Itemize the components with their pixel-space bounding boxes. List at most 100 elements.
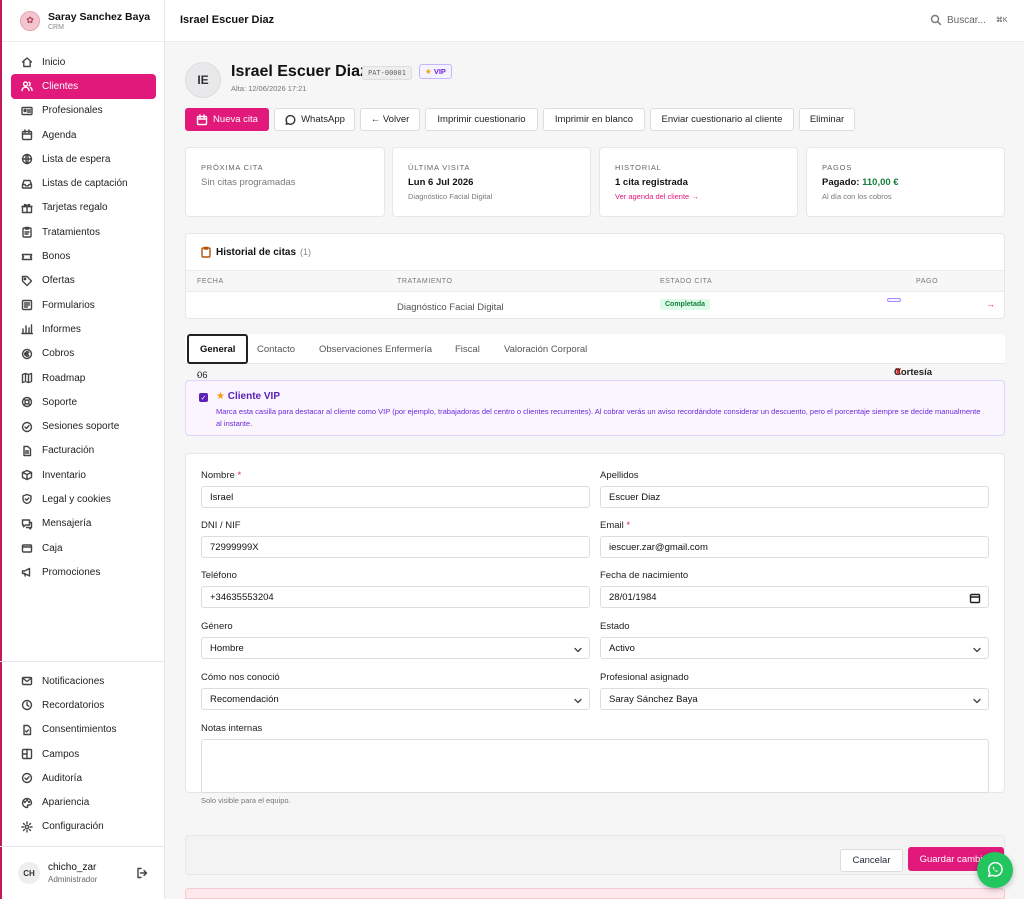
sidebar-item-configuracion[interactable]: Configuración bbox=[11, 815, 157, 839]
chevron-down-icon bbox=[973, 647, 981, 653]
megaphone-icon bbox=[20, 565, 34, 579]
sidebar-item-label: Clientes bbox=[42, 80, 79, 92]
app-root: ✿ Saray Sanchez Baya CRM Inicio Clientes P… bbox=[0, 0, 1024, 899]
search-icon bbox=[930, 14, 942, 26]
patient-name: Israel Escuer Diaz bbox=[231, 63, 368, 80]
sidebar-item-ofertas[interactable]: Ofertas bbox=[11, 269, 156, 293]
sidebar-item-notificaciones[interactable]: Notificaciones bbox=[11, 669, 157, 693]
sidebar-item-agenda[interactable]: Agenda bbox=[11, 123, 156, 147]
sidebar-item-label: Mensajería bbox=[42, 518, 92, 530]
col-status: ESTADO CITA bbox=[660, 278, 713, 285]
card-sub: Diagnóstico Facial Digital bbox=[408, 192, 493, 201]
sidebar-item-bonos[interactable]: Bonos bbox=[11, 244, 156, 268]
profesional-label: Profesional asignado bbox=[600, 672, 689, 683]
sidebar-item-label: Facturación bbox=[42, 445, 95, 457]
chevron-down-icon bbox=[973, 698, 981, 704]
sidebar-item-label: Ofertas bbox=[42, 275, 75, 287]
sidebar-item-soporte[interactable]: Soporte bbox=[11, 390, 156, 414]
page-title: Israel Escuer Diaz bbox=[180, 14, 275, 26]
sidebar-item-label: Configuración bbox=[42, 821, 104, 833]
whatsapp-button[interactable]: WhatsApp bbox=[274, 108, 355, 131]
tab-valoracion[interactable]: Valoración Corporal bbox=[504, 334, 587, 364]
tab-general[interactable]: General bbox=[187, 334, 249, 364]
sidebar: ✿ Saray Sanchez Baya CRM Inicio Clientes P… bbox=[0, 0, 165, 899]
row-treatment: Diagnóstico Facial Digital bbox=[397, 302, 504, 313]
sidebar-item-sesiones-soporte[interactable]: Sesiones soporte bbox=[11, 414, 156, 438]
notes-textarea[interactable] bbox=[201, 739, 989, 793]
notes-hint: Solo visible para el equipo. bbox=[201, 796, 291, 805]
row-open-arrow-icon[interactable]: → bbox=[986, 299, 995, 309]
col-date: FECHA bbox=[197, 278, 224, 285]
print-blank-button[interactable]: Imprimir en blanco bbox=[543, 108, 645, 131]
sidebar-item-label: Inicio bbox=[42, 56, 66, 68]
tab-observaciones[interactable]: Observaciones Enfermería bbox=[319, 334, 432, 364]
sidebar-item-campos[interactable]: Campos bbox=[11, 742, 157, 766]
sidebar-item-formularios[interactable]: Formularios bbox=[11, 293, 156, 317]
send-questionnaire-button[interactable]: Enviar cuestionario al cliente bbox=[650, 108, 794, 131]
sidebar-item-legal-y-cookies[interactable]: Legal y cookies bbox=[11, 487, 156, 511]
vip-section: ✓ ★ Cliente VIP Marca esta casilla para … bbox=[185, 380, 1005, 436]
sidebar-item-inventario[interactable]: Inventario bbox=[11, 463, 156, 487]
birthdate-input[interactable]: 28/01/1984 bbox=[600, 586, 989, 608]
sidebar-item-auditoria[interactable]: Auditoría bbox=[11, 766, 157, 790]
clock-icon bbox=[20, 698, 34, 712]
client-agenda-link[interactable]: Ver agenda del cliente → bbox=[615, 192, 782, 201]
calendar-icon[interactable] bbox=[969, 592, 981, 604]
sidebar-divider bbox=[0, 661, 165, 662]
sidebar-item-consentimientos[interactable]: Consentimientos bbox=[11, 718, 157, 742]
tab-fiscal[interactable]: Fiscal bbox=[455, 334, 480, 364]
sidebar-item-apariencia[interactable]: Apariencia bbox=[11, 790, 157, 814]
conocio-select[interactable]: Recomendación bbox=[201, 688, 590, 710]
profesional-select[interactable]: Saray Sánchez Baya bbox=[600, 688, 989, 710]
sidebar-item-recordatorios[interactable]: Recordatorios bbox=[11, 693, 157, 717]
dni-input[interactable]: 72999999X bbox=[201, 536, 590, 558]
card-value: 1 cita registrada bbox=[615, 177, 688, 188]
nombre-label-text: Nombre bbox=[201, 470, 235, 481]
badge-check-icon bbox=[20, 420, 34, 434]
sidebar-item-listas-de-captacion[interactable]: Listas de captación bbox=[11, 171, 156, 195]
sidebar-item-facturacion[interactable]: Facturación bbox=[11, 439, 156, 463]
new-appointment-label: Nueva cita bbox=[213, 114, 258, 125]
estado-value: Activo bbox=[609, 642, 635, 654]
vip-checkbox[interactable]: ✓ bbox=[199, 393, 208, 402]
card-label: HISTORIAL bbox=[615, 163, 662, 172]
estado-select[interactable]: Activo bbox=[600, 637, 989, 659]
palette-icon bbox=[20, 796, 34, 810]
brand[interactable]: ✿ Saray Sanchez Baya CRM bbox=[0, 0, 164, 42]
sidebar-item-roadmap[interactable]: Roadmap bbox=[11, 366, 156, 390]
telefono-input[interactable]: +34635553204 bbox=[201, 586, 590, 608]
user-box[interactable]: CH chicho_zar Administrador bbox=[0, 846, 165, 899]
vip-title-text: Cliente VIP bbox=[227, 391, 280, 402]
search-trigger[interactable]: Buscar... ⌘K bbox=[930, 14, 1008, 26]
sidebar-item-tarjetas-regalo[interactable]: Tarjetas regalo bbox=[11, 196, 156, 220]
genero-select[interactable]: Hombre bbox=[201, 637, 590, 659]
sidebar-item-label: Listas de captación bbox=[42, 178, 128, 190]
cancel-button[interactable]: Cancelar bbox=[840, 849, 903, 872]
sidebar-item-lista-de-espera[interactable]: Lista de espera bbox=[11, 147, 156, 171]
sidebar-item-profesionales[interactable]: Profesionales bbox=[11, 99, 156, 123]
new-appointment-button[interactable]: Nueva cita bbox=[185, 108, 269, 131]
sidebar-item-clientes[interactable]: Clientes bbox=[11, 74, 156, 99]
paid-amount: 110,00 € bbox=[862, 177, 899, 188]
tab-contacto[interactable]: Contacto bbox=[257, 334, 295, 364]
logout-icon[interactable] bbox=[136, 867, 148, 882]
sidebar-item-promociones[interactable]: Promociones bbox=[11, 560, 156, 584]
sidebar-item-inicio[interactable]: Inicio bbox=[11, 50, 156, 74]
sidebar-item-tratamientos[interactable]: Tratamientos bbox=[11, 220, 156, 244]
apellidos-label: Apellidos bbox=[600, 470, 639, 481]
email-field[interactable]: iescuer.zar@gmail.com bbox=[600, 536, 989, 558]
print-questionnaire-button[interactable]: Imprimir cuestionario bbox=[425, 108, 538, 131]
whatsapp-fab-button[interactable] bbox=[977, 852, 1013, 888]
euro-icon bbox=[20, 347, 34, 361]
sidebar-item-caja[interactable]: Caja bbox=[11, 536, 156, 560]
sidebar-item-mensajeria[interactable]: Mensajería bbox=[11, 512, 156, 536]
genero-value: Hombre bbox=[210, 642, 244, 654]
nombre-input[interactable]: Israel bbox=[201, 486, 590, 508]
delete-button[interactable]: Eliminar bbox=[799, 108, 855, 131]
sidebar-item-informes[interactable]: Informes bbox=[11, 317, 156, 341]
apellidos-input[interactable]: Escuer Diaz bbox=[600, 486, 989, 508]
wallet-icon bbox=[20, 541, 34, 555]
sidebar-item-cobros[interactable]: Cobros bbox=[11, 342, 156, 366]
required-mark: * bbox=[626, 520, 631, 531]
back-button[interactable]: ← Volver bbox=[360, 108, 420, 131]
